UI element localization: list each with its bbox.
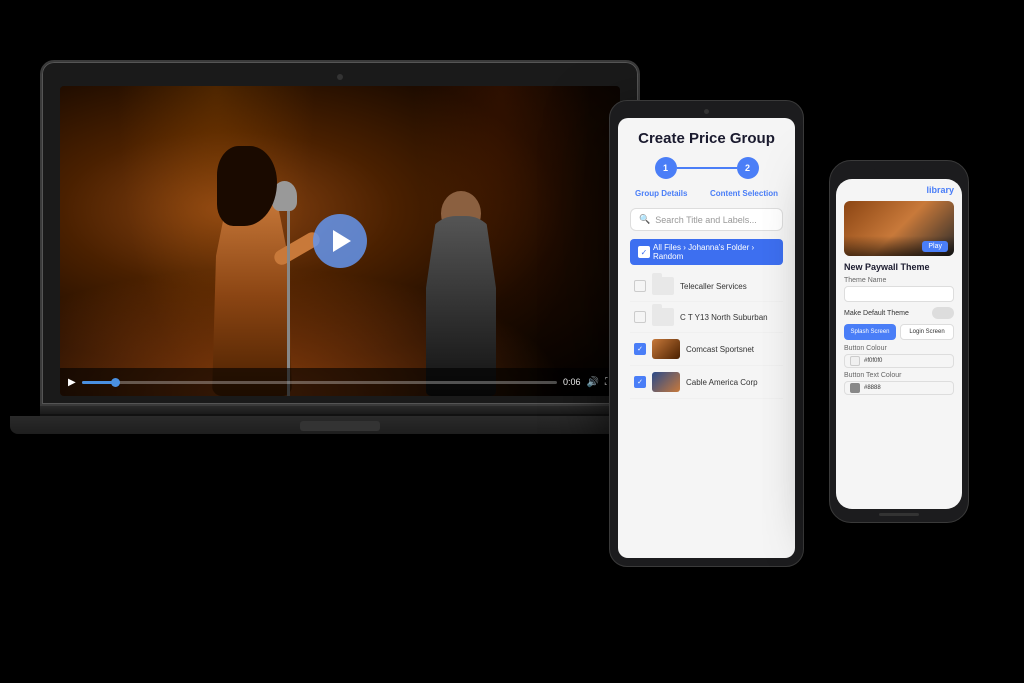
laptop: ▶ 0:06 🔊 ⛶ (40, 60, 640, 444)
folder-icon (652, 277, 674, 295)
file-checkbox-3[interactable]: ✓ (634, 343, 646, 355)
breadcrumb-bar: ✓ All Files › Johanna's Folder › Random (630, 239, 783, 265)
phone-screen: library Play New Paywall Theme Theme Nam… (836, 179, 962, 509)
phone-play-button[interactable]: Play (922, 241, 948, 252)
check-icon-4: ✓ (637, 378, 643, 386)
file-row-3: ✓ Comcast Sportsnet (630, 333, 783, 366)
search-placeholder: Search Title and Labels... (655, 215, 757, 225)
paywall-section-title: New Paywall Theme (844, 262, 954, 272)
step-2-circle: 2 (737, 157, 759, 179)
check-icon-3: ✓ (637, 345, 643, 353)
phone-header: library (844, 185, 954, 195)
step-labels: Group Details Content Selection (630, 189, 783, 198)
phone-content: library Play New Paywall Theme Theme Nam… (836, 179, 962, 405)
file-name-3: Comcast Sportsnet (686, 345, 779, 354)
time-display: 0:06 (563, 377, 581, 387)
tablet-screen: Create Price Group 1 2 Group Details Con… (618, 118, 795, 558)
step-2-label: Content Selection (710, 189, 778, 198)
make-default-toggle[interactable] (932, 307, 954, 319)
play-icon[interactable]: ▶ (68, 377, 76, 388)
tablet-camera (704, 109, 709, 114)
theme-name-input[interactable] (844, 286, 954, 302)
login-screen-button[interactable]: Login Screen (900, 324, 954, 340)
phone-concert-thumbnail: Play (844, 201, 954, 256)
video-controls: ▶ 0:06 🔊 ⛶ (60, 368, 620, 396)
guitarist-figure (396, 176, 536, 396)
button-colour-swatch[interactable]: #f0f0f0 (844, 354, 954, 368)
screen-type-buttons: Splash Screen Login Screen (844, 324, 954, 340)
file-checkbox-4[interactable]: ✓ (634, 376, 646, 388)
file-name-4: Cable America Corp (686, 378, 779, 387)
tablet-content: Create Price Group 1 2 Group Details Con… (618, 118, 795, 411)
laptop-trackpad (300, 421, 380, 431)
laptop-screen: ▶ 0:06 🔊 ⛶ (60, 86, 620, 396)
phone-nav-link[interactable]: library (926, 185, 954, 195)
breadcrumb-text: All Files › Johanna's Folder › Random (653, 243, 775, 261)
step-1-label: Group Details (635, 189, 687, 198)
breadcrumb-check-icon: ✓ (641, 248, 648, 257)
volume-icon[interactable]: 🔊 (587, 377, 599, 388)
thumbnail-4 (652, 372, 680, 392)
breadcrumb-checkbox[interactable]: ✓ (638, 246, 650, 258)
file-row: Telecaller Services (630, 271, 783, 302)
button-text-colour-swatch[interactable]: #8888 (844, 381, 954, 395)
step-2-number: 2 (745, 163, 750, 173)
progress-bar[interactable] (82, 381, 557, 384)
laptop-camera (337, 74, 343, 80)
file-name-2: C T Y13 North Suburban (680, 313, 779, 322)
step-line (677, 167, 737, 169)
file-row-4: ✓ Cable America Corp (630, 366, 783, 399)
laptop-hinge (40, 406, 640, 416)
stepper: 1 2 (630, 157, 783, 179)
button-colour-dot (850, 356, 860, 366)
scene: ▶ 0:06 🔊 ⛶ Create Price Grou (0, 0, 1024, 683)
step-1-circle: 1 (655, 157, 677, 179)
singer-figure (172, 136, 332, 396)
button-colour-row: Button Colour #f0f0f0 (844, 345, 954, 368)
phone-device: library Play New Paywall Theme Theme Nam… (829, 160, 969, 523)
button-text-colour-row: Button Text Colour #8888 (844, 372, 954, 395)
step-1-number: 1 (663, 163, 668, 173)
folder-icon-2 (652, 308, 674, 326)
thumbnail-3 (652, 339, 680, 359)
tablet-page-title: Create Price Group (630, 130, 783, 147)
button-colour-label: Button Colour (844, 345, 954, 352)
singer-body (212, 196, 292, 396)
play-triangle-icon (333, 230, 351, 252)
tablet-device: Create Price Group 1 2 Group Details Con… (609, 100, 804, 567)
progress-dot (111, 378, 120, 387)
search-icon: 🔍 (639, 214, 650, 225)
button-text-colour-value: #8888 (864, 385, 881, 391)
splash-screen-button[interactable]: Splash Screen (844, 324, 896, 340)
file-checkbox-1[interactable] (634, 280, 646, 292)
theme-name-label: Theme Name (844, 277, 954, 284)
phone-notch (874, 167, 924, 175)
theme-name-row: Theme Name (844, 277, 954, 302)
laptop-frame: ▶ 0:06 🔊 ⛶ (40, 60, 640, 406)
laptop-base (10, 416, 670, 434)
mic-stand (287, 196, 290, 396)
search-box[interactable]: 🔍 Search Title and Labels... (630, 208, 783, 231)
phone-home-indicator (879, 513, 919, 516)
laptop-shadow (10, 436, 670, 444)
file-row-2: C T Y13 North Suburban (630, 302, 783, 333)
make-default-row: Make Default Theme (844, 307, 954, 319)
file-name-1: Telecaller Services (680, 282, 779, 291)
file-checkbox-2[interactable] (634, 311, 646, 323)
splash-screen-label: Splash Screen (850, 329, 889, 335)
button-colour-value: #f0f0f0 (864, 358, 882, 364)
button-text-colour-dot (850, 383, 860, 393)
play-button[interactable] (313, 214, 367, 268)
login-screen-label: Login Screen (909, 329, 944, 335)
button-text-colour-label: Button Text Colour (844, 372, 954, 379)
make-default-label: Make Default Theme (844, 310, 909, 317)
